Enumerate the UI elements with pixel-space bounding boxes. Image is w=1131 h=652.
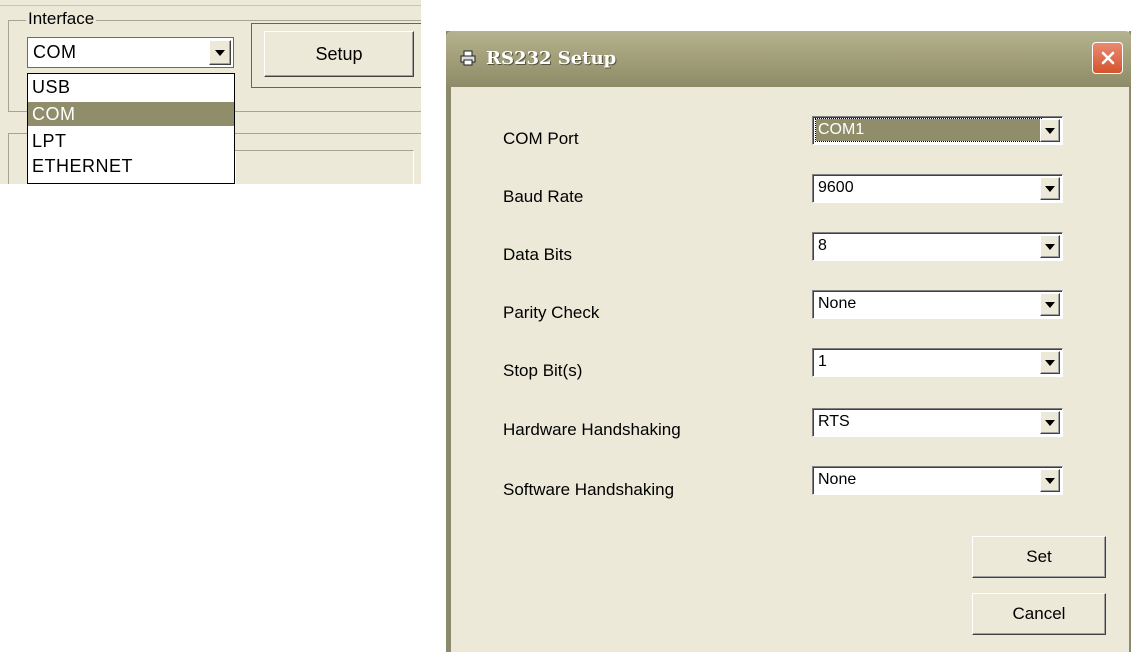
- stop-bits-select[interactable]: 1: [812, 348, 1063, 377]
- software-handshaking-value: None: [818, 471, 857, 488]
- com-port-dropdown-button[interactable]: [1040, 119, 1060, 142]
- dropdown-option-lpt[interactable]: LPT: [28, 129, 234, 153]
- stop-bits-label: Stop Bit(s): [503, 361, 583, 380]
- chevron-down-icon: [1045, 243, 1055, 250]
- data-bits-dropdown-button[interactable]: [1040, 235, 1060, 258]
- chevron-down-icon: [1045, 301, 1055, 308]
- parity-check-value: None: [818, 295, 857, 312]
- dialog-title: RS232 Setup: [486, 48, 617, 69]
- close-button[interactable]: [1092, 42, 1123, 74]
- software-handshaking-label: Software Handshaking: [503, 480, 675, 499]
- cancel-button[interactable]: Cancel: [972, 593, 1106, 635]
- hardware-handshaking-dropdown-button[interactable]: [1040, 411, 1060, 434]
- data-bits-value: 8: [818, 237, 827, 254]
- interface-select-value: COM: [33, 42, 77, 62]
- parity-check-select[interactable]: None: [812, 290, 1063, 319]
- com-port-label: COM Port: [503, 129, 579, 148]
- dropdown-option-com[interactable]: COM: [28, 102, 234, 126]
- lower-inner-frame: [235, 150, 414, 184]
- hardware-handshaking-select[interactable]: RTS: [812, 408, 1063, 437]
- com-port-value: COM1: [815, 118, 1042, 142]
- hardware-handshaking-value: RTS: [818, 413, 850, 430]
- chevron-down-icon: [1045, 477, 1055, 484]
- software-handshaking-dropdown-button[interactable]: [1040, 469, 1060, 492]
- interface-select[interactable]: COM: [27, 37, 234, 68]
- rs232-setup-dialog: COM Port COM1 Baud Rate 9600 Data Bits 8…: [446, 31, 1131, 652]
- baud-rate-select[interactable]: 9600: [812, 174, 1063, 203]
- parity-check-label: Parity Check: [503, 303, 600, 322]
- data-bits-select[interactable]: 8: [812, 232, 1063, 261]
- software-handshaking-select[interactable]: None: [812, 466, 1063, 495]
- dropdown-option-usb[interactable]: USB: [28, 75, 234, 99]
- printer-icon: [460, 50, 476, 66]
- panel-divider: [0, 5, 421, 6]
- chevron-down-icon: [215, 49, 225, 56]
- stop-bits-dropdown-button[interactable]: [1040, 351, 1060, 374]
- dialog-titlebar[interactable]: RS232 Setup: [446, 31, 1131, 87]
- chevron-down-icon: [1045, 185, 1055, 192]
- dropdown-option-ethernet[interactable]: ETHERNET: [28, 154, 234, 178]
- stop-bits-value: 1: [818, 353, 827, 370]
- interface-legend: Interface: [26, 9, 97, 29]
- data-bits-label: Data Bits: [503, 245, 572, 264]
- set-button[interactable]: Set: [972, 536, 1106, 578]
- chevron-down-icon: [1045, 419, 1055, 426]
- interface-dropdown-button[interactable]: [209, 40, 231, 65]
- interface-dropdown-list: USB COM LPT ETHERNET: [27, 73, 235, 184]
- baud-rate-value: 9600: [818, 179, 854, 196]
- com-port-select[interactable]: COM1: [812, 116, 1063, 145]
- close-icon: [1101, 51, 1114, 65]
- chevron-down-icon: [1045, 359, 1055, 366]
- parity-check-dropdown-button[interactable]: [1040, 293, 1060, 316]
- hardware-handshaking-label: Hardware Handshaking: [503, 420, 681, 439]
- baud-rate-dropdown-button[interactable]: [1040, 177, 1060, 200]
- baud-rate-label: Baud Rate: [503, 187, 584, 206]
- setup-annotation-box: [251, 23, 421, 88]
- chevron-down-icon: [1045, 127, 1055, 134]
